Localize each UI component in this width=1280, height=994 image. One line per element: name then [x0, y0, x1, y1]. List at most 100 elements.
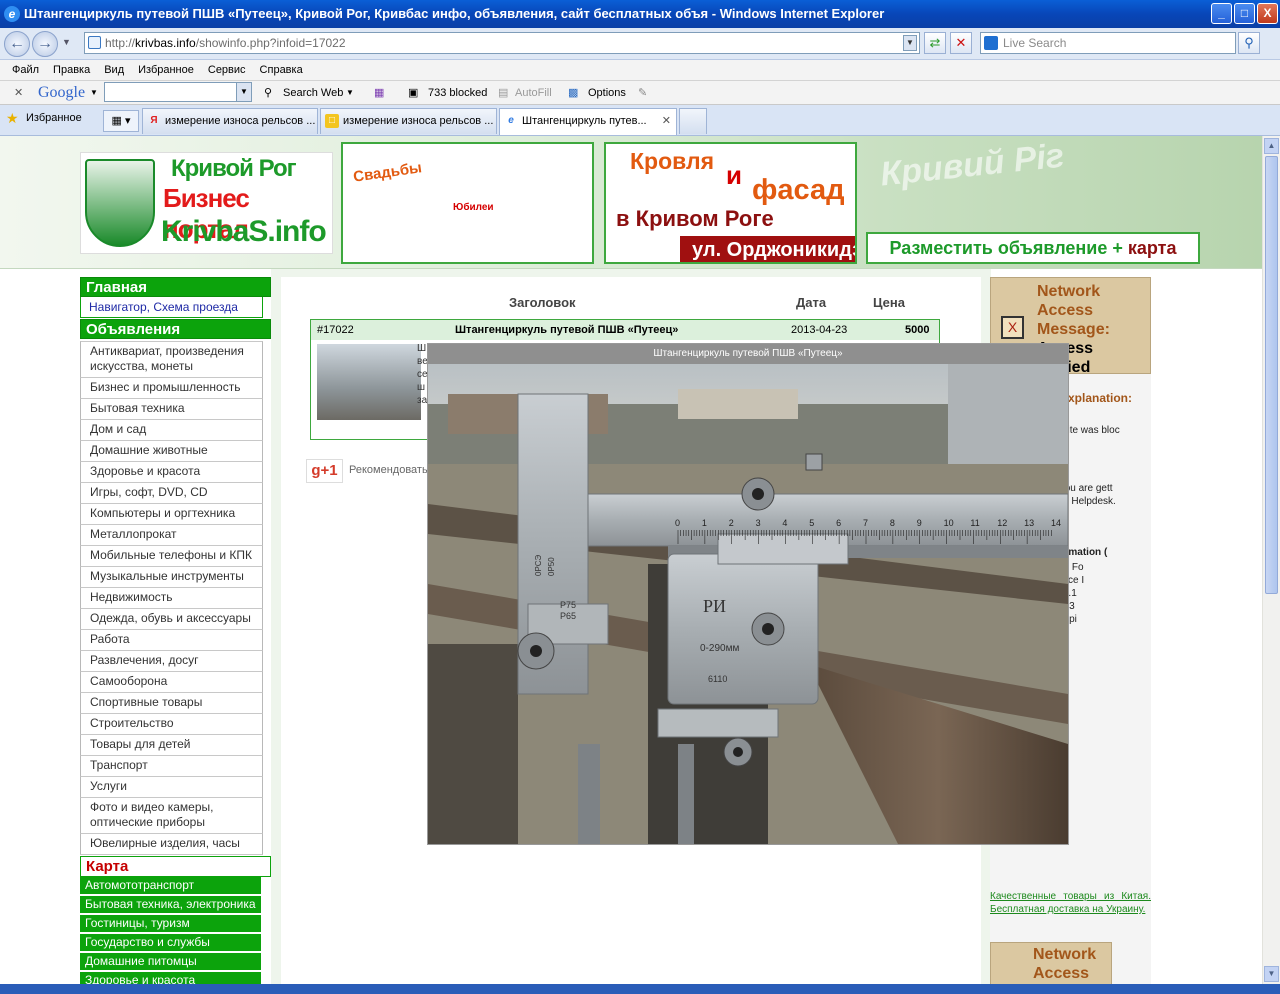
category-link[interactable]: Строительство	[80, 714, 263, 735]
category-link[interactable]: Товары для детей	[80, 735, 263, 756]
category-link[interactable]: Транспорт	[80, 756, 263, 777]
menu-file[interactable]: Файл	[0, 60, 46, 81]
google-plus-button[interactable]: g+1	[306, 459, 343, 483]
nav-navigator-link[interactable]: Навигатор, Схема проезда	[80, 297, 263, 318]
category-link[interactable]: Самооборона	[80, 672, 263, 693]
category-link[interactable]: Музыкальные инструменты	[80, 567, 263, 588]
category-link[interactable]: Спортивные товары	[80, 693, 263, 714]
city-crest-icon	[85, 159, 155, 247]
map-category-link[interactable]: Бытовая техника, электроника	[80, 896, 261, 915]
pagerank-icon[interactable]: ▦	[374, 81, 384, 105]
map-category-link[interactable]: Гостиницы, туризм	[80, 915, 261, 934]
google-logo[interactable]: Google	[38, 81, 85, 105]
close-window-button[interactable]: X	[1257, 3, 1278, 24]
tab-yandex[interactable]: Я измерение износа рельсов ...	[142, 108, 318, 134]
quick-tabs-icon[interactable]: ▦ ▾	[103, 110, 139, 132]
banner-ad-weddings[interactable]: Свадьбы Юбилеи	[341, 142, 594, 264]
ad-thumbnail[interactable]	[317, 344, 421, 420]
popup-blocked-count[interactable]: 733 blocked	[428, 81, 487, 105]
ad-facade-word: фасад	[752, 174, 845, 206]
google-menu-icon[interactable]: ▼	[90, 81, 98, 105]
menu-bar: Файл Правка Вид Избранное Сервис Справка	[0, 60, 1280, 81]
category-link[interactable]: Мобильные телефоны и КПК	[80, 546, 263, 567]
menu-tools[interactable]: Сервис	[201, 60, 253, 81]
scroll-thumb[interactable]	[1265, 156, 1278, 594]
tab-search-results[interactable]: □ измерение износа рельсов ...	[320, 108, 497, 134]
map-category-link[interactable]: Государство и службы	[80, 934, 261, 953]
address-host: krivbas.info	[135, 36, 196, 50]
forward-button[interactable]: →	[32, 31, 58, 57]
vertical-scrollbar[interactable]: ▲ ▼	[1262, 136, 1280, 984]
maximize-button[interactable]: □	[1234, 3, 1255, 24]
map-category-link[interactable]: Автомототранспорт	[80, 877, 261, 896]
china-goods-link[interactable]: Качественные товары из Китая. Бесплатная…	[990, 890, 1151, 916]
col-title-header: Заголовок	[509, 295, 576, 310]
category-link[interactable]: Одежда, обувь и аксессуары	[80, 609, 263, 630]
ad-row[interactable]: #17022 Штангенциркуль путевой ПШВ «Путее…	[311, 320, 939, 340]
category-link[interactable]: Дом и сад	[80, 420, 263, 441]
pencil-icon[interactable]: ✎	[638, 81, 647, 105]
autofill-button[interactable]: AutoFill	[515, 81, 552, 105]
category-link[interactable]: Здоровье и красота	[80, 462, 263, 483]
options-button[interactable]: Options	[588, 81, 626, 105]
address-bar[interactable]: http://krivbas.info/showinfo.php?infoid=…	[84, 32, 920, 54]
stop-icon[interactable]: ✕	[950, 32, 972, 54]
category-link[interactable]: Бытовая техника	[80, 399, 263, 420]
ad-title[interactable]: Штангенциркуль путевой ПШВ «Путеец»	[455, 320, 678, 340]
image-lightbox[interactable]: Штангенциркуль путевой ПШВ «Путеец» 0 1 …	[427, 343, 1069, 845]
menu-edit[interactable]: Правка	[46, 60, 97, 81]
caliper-scale-numbers: 0 1 2 3 4 5 6 7 8 9 10 11 12 13 14	[675, 518, 1061, 528]
scale-number: 13	[1024, 518, 1034, 528]
nav-home[interactable]: Главная	[80, 277, 271, 297]
category-link[interactable]: Компьютеры и оргтехника	[80, 504, 263, 525]
ad-price: 5000	[905, 324, 930, 336]
close-toolbar-icon[interactable]: ✕	[14, 81, 23, 105]
search-web-button[interactable]: Search Web	[283, 81, 343, 105]
category-link[interactable]: Игры, софт, DVD, CD	[80, 483, 263, 504]
recommend-label: Рекомендовать	[349, 464, 428, 476]
close-tab-icon[interactable]: ✕	[662, 109, 671, 133]
banner-ad-roofing[interactable]: Кровля и фасад в Кривом Роге ул. Орджони…	[604, 142, 857, 264]
address-dropdown-icon[interactable]: ▼	[903, 35, 917, 51]
category-link[interactable]: Ювелирные изделия, часы	[80, 834, 263, 855]
category-link[interactable]: Услуги	[80, 777, 263, 798]
category-link[interactable]: Антиквариат, произведения искусства, мон…	[80, 341, 263, 378]
new-tab-button[interactable]	[679, 108, 707, 134]
favorites-button[interactable]: Избранное	[26, 112, 82, 124]
category-link[interactable]: Бизнес и промышленность	[80, 378, 263, 399]
search-icon[interactable]: ⚲	[1238, 32, 1260, 54]
history-dropdown-icon[interactable]: ▼	[62, 37, 71, 47]
live-search-input[interactable]: Live Search	[980, 32, 1236, 54]
post-ad-button[interactable]: Разместить объявление + карта	[866, 232, 1200, 264]
scale-number: 6	[836, 518, 841, 528]
site-header: Кривой Рог Бизнес портал KrivbaS.info Св…	[0, 136, 1262, 269]
ad-and-word: и	[726, 160, 742, 190]
google-search-input[interactable]: ▼	[104, 82, 252, 102]
caliper-photo[interactable]: 0 1 2 3 4 5 6 7 8 9 10 11 12 13 14 0РСЭ 0Р50 Р75 Р65 Р…	[428, 364, 1068, 844]
tab-label: измерение износа рельсов ...	[165, 115, 316, 127]
menu-help[interactable]: Справка	[253, 60, 310, 81]
back-button[interactable]: ←	[4, 31, 30, 57]
category-link[interactable]: Домашние животные	[80, 441, 263, 462]
map-category-link[interactable]: Домашние питомцы	[80, 953, 261, 972]
category-link[interactable]: Работа	[80, 630, 263, 651]
menu-view[interactable]: Вид	[97, 60, 131, 81]
category-link[interactable]: Металлопрокат	[80, 525, 263, 546]
scroll-down-icon[interactable]: ▼	[1264, 966, 1279, 982]
category-link[interactable]: Недвижимость	[80, 588, 263, 609]
category-link[interactable]: Фото и видео камеры, оптические приборы	[80, 798, 263, 834]
map-category-list: Автомототранспорт Бытовая техника, электр…	[80, 877, 271, 991]
tab-current[interactable]: e Штангенциркуль путев... ✕	[499, 108, 677, 135]
chevron-down-icon[interactable]: ▼	[236, 83, 251, 101]
tabs-bar: ★ Избранное ▦ ▾ Я измерение износа рельс…	[0, 105, 1280, 136]
scroll-up-icon[interactable]: ▲	[1264, 138, 1279, 154]
category-link[interactable]: Развлечения, досуг	[80, 651, 263, 672]
search-web-dropdown-icon[interactable]: ▼	[346, 81, 354, 105]
site-logo[interactable]: Кривой Рог Бизнес портал KrivbaS.info	[80, 152, 333, 254]
refresh-icon[interactable]: ⇄	[924, 32, 946, 54]
menu-favorites[interactable]: Избранное	[131, 60, 201, 81]
left-navigation: Главная Навигатор, Схема проезда Объявле…	[80, 277, 271, 991]
scale-number: 8	[890, 518, 895, 528]
minimize-button[interactable]: _	[1211, 3, 1232, 24]
nav-map-heading[interactable]: Карта	[80, 856, 271, 877]
